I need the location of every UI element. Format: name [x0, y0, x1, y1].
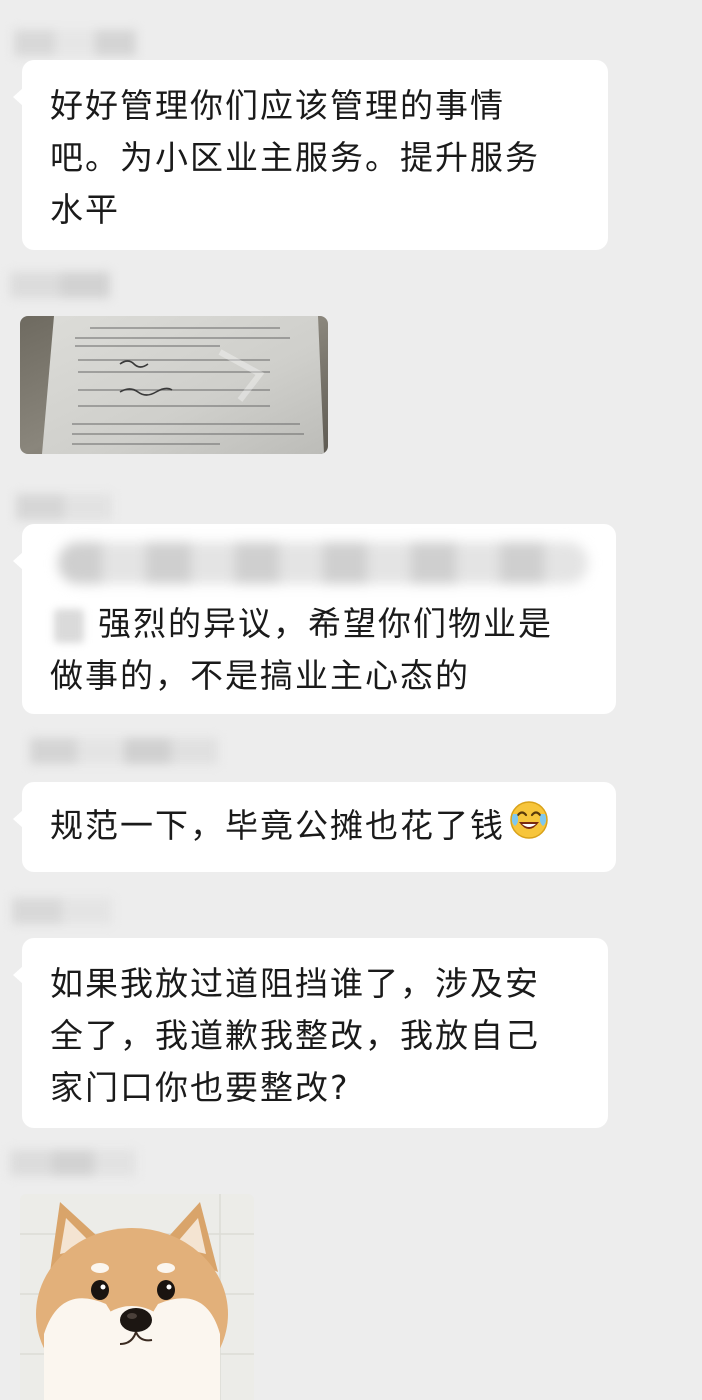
message-bubble[interactable]: 强烈的异议，希望你们物业是 做事的，不是搞业主心态的: [13, 524, 616, 714]
message-text-line: 吧。为小区业主服务。提升服务: [50, 138, 540, 177]
quoted-avatar-blurred: [54, 608, 84, 643]
bubble-tail: [13, 966, 23, 984]
chat-area: 好好管理你们应该管理的事情 吧。为小区业主服务。提升服务 水平 强烈的异议，希望…: [0, 0, 702, 1400]
bubble-tail: [13, 810, 23, 828]
laughing-crying-emoji-icon: [509, 800, 549, 855]
bubble-tail: [13, 552, 23, 570]
message-text-line: 水平: [50, 190, 120, 229]
sender-name-blurred: [10, 272, 110, 298]
quoted-message-blurred: [58, 542, 588, 584]
message-text-line: 规范一下，毕竟公摊也花了钱: [50, 800, 588, 855]
message-text-line: 如果我放过道阻挡谁了，涉及安: [50, 964, 540, 1003]
message-text-line: 全了，我道歉我整改，我放自己: [50, 1016, 540, 1055]
image-message-dog-sticker[interactable]: [20, 1194, 254, 1400]
shiba-dog-sticker-icon: [20, 1194, 254, 1400]
message-bubble[interactable]: 规范一下，毕竟公摊也花了钱: [13, 782, 616, 872]
sender-name-blurred: [16, 494, 112, 520]
message-text-line: 强烈的异议，希望你们物业是: [50, 598, 588, 650]
sender-name-blurred: [14, 30, 137, 56]
sender-name-blurred: [10, 1150, 136, 1176]
message-text-line: 家门口你也要整改?: [50, 1068, 350, 1107]
message-bubble[interactable]: 好好管理你们应该管理的事情 吧。为小区业主服务。提升服务 水平: [13, 60, 608, 250]
message-bubble[interactable]: 如果我放过道阻挡谁了，涉及安 全了，我道歉我整改，我放自己 家门口你也要整改?: [13, 938, 608, 1128]
sender-name-blurred: [12, 898, 112, 924]
paper-notice-photo-icon: [20, 316, 328, 454]
image-message-notice-photo[interactable]: [20, 316, 328, 454]
sender-name-blurred: [30, 738, 218, 764]
message-text-line-content: 强烈的异议，希望你们物业是: [98, 604, 553, 643]
bubble-tail: [13, 88, 23, 106]
message-text-line: 做事的，不是搞业主心态的: [50, 656, 470, 695]
message-text-line-content: 规范一下，毕竟公摊也花了钱: [50, 806, 505, 845]
message-text-line: 好好管理你们应该管理的事情: [50, 86, 505, 125]
